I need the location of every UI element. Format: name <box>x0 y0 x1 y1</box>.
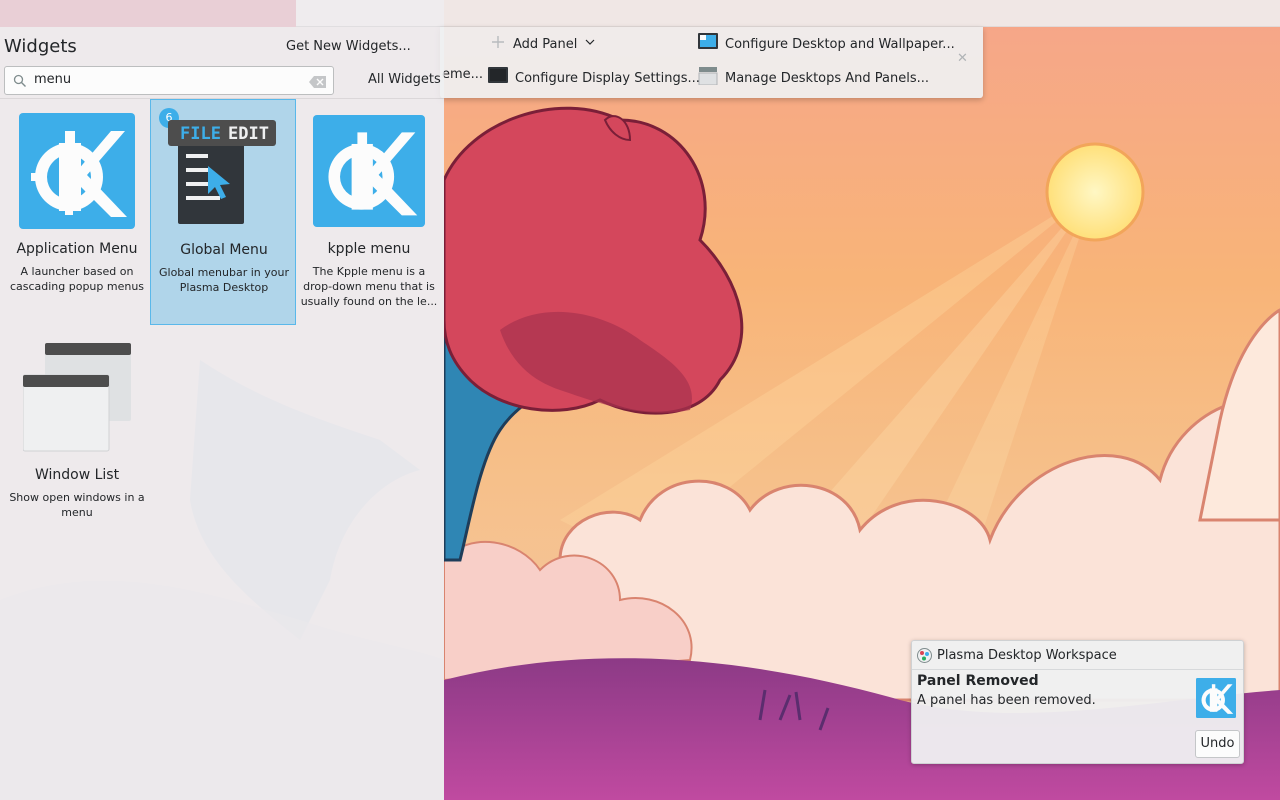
add-panel-button[interactable]: Add Panel <box>490 34 596 54</box>
widget-name: Window List <box>34 467 120 483</box>
panels-icon <box>698 67 718 89</box>
notification-title: Panel Removed <box>917 673 1039 689</box>
kde-logo-icon <box>1196 678 1236 722</box>
search-input[interactable]: menu <box>4 66 334 95</box>
get-new-widgets-button[interactable]: Get New Widgets... <box>286 39 411 54</box>
chevron-down-icon <box>584 36 596 52</box>
desktop-edit-top-strip <box>296 0 1280 27</box>
global-menu-icon: FILE EDIT <box>168 120 280 232</box>
manage-desktops-label: Manage Desktops And Panels... <box>725 70 930 86</box>
theme-button[interactable]: eme... <box>442 67 483 82</box>
add-panel-label: Add Panel <box>513 36 578 52</box>
global-menu-icon-edit-text: EDIT <box>228 124 269 144</box>
manage-desktops-button[interactable]: Manage Desktops And Panels... <box>698 67 929 89</box>
configure-display-button[interactable]: Configure Display Settings... <box>488 67 700 89</box>
widget-name: Global Menu <box>180 242 268 258</box>
theme-button-label: eme... <box>442 67 484 82</box>
widget-name: Application Menu <box>16 241 138 257</box>
search-value: menu <box>34 72 72 87</box>
widget-name: kpple menu <box>327 241 411 257</box>
notification-body: A panel has been removed. <box>917 693 1096 708</box>
widget-window-list[interactable]: Window List Show open windows in a menu <box>4 327 150 527</box>
clear-search-icon[interactable] <box>309 74 327 93</box>
configure-desktop-label: Configure Desktop and Wallpaper... <box>725 36 955 52</box>
desktop-edit-toolbar: eme... Add Panel Configure Display Setti… <box>440 27 983 98</box>
window-list-icon <box>22 343 133 457</box>
widget-kpple-menu[interactable]: kpple menu The Kpple menu is a drop-down… <box>296 99 442 325</box>
widget-global-menu[interactable]: 6 FILE EDIT Global Menu Global menubar i… <box>150 99 296 325</box>
wallpaper-icon <box>698 33 718 55</box>
global-menu-icon-file-text: FILE <box>180 124 221 144</box>
add-icon <box>490 34 506 54</box>
widget-description: Global menubar in your Plasma Desktop <box>158 266 289 294</box>
kde-logo-icon <box>19 113 135 233</box>
configure-desktop-button[interactable]: Configure Desktop and Wallpaper... <box>698 33 955 55</box>
kde-logo-icon <box>313 115 425 231</box>
configure-display-label: Configure Display Settings... <box>515 70 700 86</box>
notification-header: Plasma Desktop Workspace <box>912 641 1243 670</box>
widget-explorer: Widgets Get New Widgets... menu All Widg… <box>0 27 444 800</box>
search-icon <box>13 73 27 92</box>
notification-app-name: Plasma Desktop Workspace <box>937 648 1117 663</box>
undo-button[interactable]: Undo <box>1195 730 1240 758</box>
close-icon[interactable]: ✕ <box>957 51 968 66</box>
plasma-icon <box>917 648 932 667</box>
notification-popup: Plasma Desktop Workspace Panel Removed A… <box>911 640 1244 764</box>
widget-description: The Kpple menu is a drop-down menu that … <box>300 265 438 308</box>
widget-description: A launcher based on cascading popup menu… <box>9 265 145 293</box>
widget-description: Show open windows in a menu <box>9 491 145 519</box>
widget-application-menu[interactable]: Application Menu A launcher based on cas… <box>4 99 150 325</box>
explorer-title: Widgets <box>4 36 77 57</box>
monitor-icon <box>488 67 508 89</box>
widget-filter-dropdown[interactable]: All Widgets <box>368 72 441 87</box>
